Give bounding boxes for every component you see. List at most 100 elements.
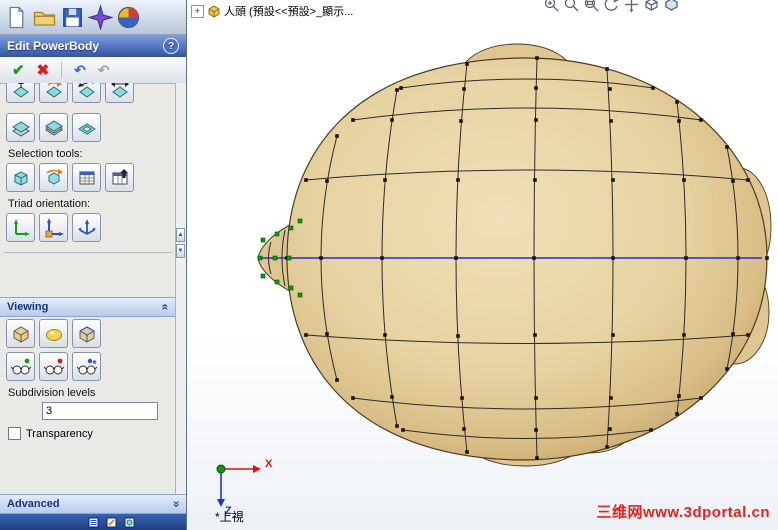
selection-tools-row [0, 161, 176, 194]
transparency-row: Transparency [0, 422, 176, 445]
view-smooth-button[interactable] [39, 319, 68, 348]
glasses-cage-button[interactable] [6, 352, 35, 381]
thicken-tools-row [0, 111, 176, 144]
feature-tree-item[interactable]: + 人頭 (預設<<預設>_顯示... [191, 3, 353, 19]
scale-face-button[interactable] [72, 83, 101, 103]
view-cage-and-smooth-icon [79, 325, 94, 343]
select-box-button[interactable] [6, 163, 35, 192]
thicken-icon [44, 119, 63, 136]
glasses-cage-icon [10, 358, 31, 374]
triad-local-button[interactable] [39, 213, 68, 242]
view-toolbar [543, 0, 680, 13]
main-toolbar [0, 0, 186, 35]
display-style-icon[interactable] [663, 0, 680, 13]
open-document-button[interactable] [32, 5, 57, 30]
tree-expand-icon[interactable]: + [191, 4, 204, 18]
expand-chevron-icon: « [168, 500, 183, 508]
transparency-checkbox[interactable] [8, 427, 21, 440]
zoom-to-fit-icon[interactable] [563, 0, 580, 13]
new-document-icon [9, 6, 24, 28]
subdivision-levels-input[interactable] [42, 402, 158, 420]
tree-item-label: 人頭 (預設<<預設>_顯示... [224, 6, 354, 18]
ok-button[interactable]: ✔ [12, 63, 25, 78]
power-surfacing-button[interactable] [88, 4, 113, 30]
propertymanager-tab-icon[interactable] [106, 517, 117, 528]
featuremanager-tab-icon[interactable] [88, 517, 99, 528]
view-cage-icon [13, 325, 28, 343]
zoom-in-icon[interactable] [543, 0, 560, 13]
glasses-both-button[interactable] [72, 352, 101, 381]
model-head[interactable] [187, 0, 778, 530]
viewing-group-label: Viewing [7, 301, 49, 313]
glasses-both-icon [76, 358, 97, 374]
deform-tools-row [0, 83, 176, 105]
select-loop-button[interactable] [39, 163, 68, 192]
advanced-group-label: Advanced [7, 498, 60, 510]
selection-tools-label: Selection tools: [8, 148, 83, 160]
inset-icon [77, 122, 96, 135]
cancel-button[interactable]: ✖ [37, 63, 50, 78]
viewing-group-header[interactable]: Viewing « [0, 297, 176, 317]
scale-face-icon [77, 83, 95, 98]
triad-normal-button[interactable] [72, 213, 101, 242]
advanced-group-header[interactable]: Advanced « [0, 494, 186, 514]
scroll-up-icon: ▲ [177, 232, 184, 238]
view-smooth-icon [45, 328, 62, 341]
new-document-button[interactable] [4, 5, 29, 30]
inset-button[interactable] [72, 113, 101, 142]
triad-orientation-label: Triad orientation: [8, 198, 91, 210]
render-sphere-button[interactable] [116, 5, 141, 30]
subdivision-levels-label: Subdivision levels [8, 387, 96, 399]
panel-body: Selection tools: Triad orientation: View… [0, 83, 176, 497]
zoom-area-icon[interactable] [583, 0, 600, 13]
select-column-icon [112, 168, 128, 184]
save-button[interactable] [60, 5, 85, 30]
triad-world-button[interactable] [6, 213, 35, 242]
panel-title-bar: Edit PowerBody ? [0, 35, 186, 57]
view-cage-and-smooth-button[interactable] [72, 319, 101, 348]
rotate-face-button[interactable] [39, 83, 68, 103]
viewing-mode-row [0, 317, 176, 350]
manager-tab-bar [0, 514, 186, 530]
rotate-view-icon[interactable] [603, 0, 620, 13]
select-box-icon [14, 170, 27, 186]
select-grid-button[interactable] [72, 163, 101, 192]
redo-button[interactable]: ↶ [98, 63, 110, 77]
triad-world-icon [13, 218, 30, 236]
extrude-icon [11, 120, 30, 137]
select-grid-icon [79, 171, 94, 184]
configurations-tab-icon[interactable] [124, 517, 135, 528]
save-icon [63, 7, 82, 27]
power-surfacing-icon [88, 4, 113, 30]
standard-views-icon[interactable] [643, 0, 660, 13]
property-manager-panel: Edit PowerBody ? ✔ ✖ ↶ ↶ Selection tools… [0, 0, 187, 530]
pan-icon[interactable] [623, 0, 640, 13]
move-face-button[interactable] [6, 83, 35, 103]
triad-normal-icon [77, 218, 96, 235]
glasses-smooth-icon [43, 358, 64, 374]
scroll-down-button[interactable]: ▼ [176, 244, 185, 258]
select-loop-icon [46, 168, 63, 185]
offset-face-button[interactable] [105, 83, 134, 103]
panel-action-bar: ✔ ✖ ↶ ↶ [0, 57, 186, 84]
undo-button[interactable]: ↶ [74, 63, 86, 77]
panel-scrollbar[interactable]: ▲ ▼ [175, 83, 186, 497]
thicken-button[interactable] [39, 113, 68, 142]
scroll-up-button[interactable]: ▲ [176, 228, 185, 242]
extrude-button[interactable] [6, 113, 35, 142]
offset-face-icon [110, 83, 129, 98]
origin-triad [216, 464, 261, 507]
help-button[interactable]: ? [163, 38, 179, 54]
subdivision-input-row [0, 400, 176, 422]
select-column-button[interactable] [105, 163, 134, 192]
move-face-icon [12, 83, 29, 98]
render-sphere-icon [117, 6, 140, 28]
triad-local-icon [45, 217, 64, 237]
view-cage-button[interactable] [6, 319, 35, 348]
glasses-smooth-button[interactable] [39, 352, 68, 381]
transparency-label: Transparency [26, 427, 93, 440]
watermark-text: 三维网www.3dportal.cn [596, 504, 770, 521]
graphics-viewport[interactable]: + 人頭 (預設<<預設>_顯示... X Z *上視 三维网www.3dpor… [187, 0, 778, 530]
triad-orientation-row [0, 211, 176, 244]
